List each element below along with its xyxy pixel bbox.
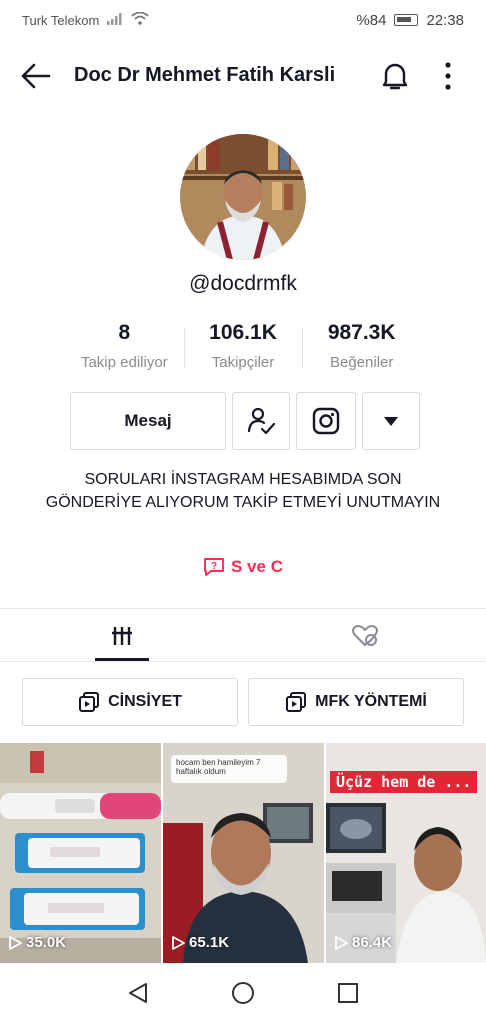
carrier-name: Turk Telekom	[22, 12, 100, 28]
pregnancy-test-image	[0, 743, 161, 963]
following-count: 8	[118, 321, 131, 344]
view-count: 35.0K	[8, 934, 66, 951]
more-options-button[interactable]	[436, 60, 460, 92]
playlist-button[interactable]: MFK YÖNTEMİ	[248, 678, 464, 726]
user-check-icon	[247, 407, 276, 435]
caret-down-icon	[384, 417, 398, 426]
video-caption: hocam ben hamileyim 7 haftalık oldum	[171, 755, 287, 783]
question-chat-icon: ?	[204, 558, 224, 576]
square-recents-icon	[338, 982, 358, 1003]
video-thumbnail[interactable]: 35.0K	[0, 743, 161, 963]
suggestions-dropdown-button[interactable]	[362, 392, 420, 450]
battery-percent: %84	[356, 11, 387, 29]
qa-link[interactable]: ? S ve C	[0, 557, 486, 577]
circle-home-icon	[232, 981, 254, 1004]
qa-link-label: S ve C	[231, 557, 283, 576]
video-grid: 35.0K hocam ben hamileyim 7 haftalık old…	[0, 743, 486, 963]
profile-stats: 8 Takip ediliyor 106.1K Takipçiler 987.3…	[65, 320, 421, 376]
playlist-label: MFK YÖNTEMİ	[315, 693, 427, 710]
playlist-icon	[286, 692, 307, 712]
view-count-value: 35.0K	[26, 934, 67, 951]
play-icon	[335, 935, 348, 950]
nav-home-button[interactable]	[231, 981, 255, 1010]
instagram-button[interactable]	[296, 392, 356, 450]
followers-count: 106.1K	[209, 321, 277, 344]
wifi-icon	[131, 11, 149, 28]
video-thumbnail[interactable]: hocam ben hamileyim 7 haftalık oldum 65.…	[163, 743, 324, 963]
play-icon	[9, 935, 22, 950]
grid-icon	[111, 627, 132, 645]
username: @docdrmfk	[189, 272, 297, 295]
divider	[0, 661, 486, 662]
tab-videos[interactable]	[0, 610, 243, 662]
top-bar: Doc Dr Mehmet Fatih Karsli	[0, 50, 486, 102]
view-count-value: 65.1K	[189, 934, 230, 951]
view-count-value: 86.4K	[352, 934, 393, 951]
arrow-left-icon	[21, 63, 51, 89]
instagram-icon	[312, 407, 340, 435]
playlist-button[interactable]: CİNSİYET	[22, 678, 238, 726]
message-button[interactable]: Mesaj	[70, 392, 226, 450]
triangle-back-icon	[129, 982, 147, 1003]
more-vertical-icon	[445, 62, 451, 90]
liked-hidden-icon	[351, 625, 378, 646]
avatar[interactable]	[180, 134, 306, 260]
followers-stat[interactable]: 106.1K Takipçiler	[183, 320, 303, 376]
page-title: Doc Dr Mehmet Fatih Karsli	[74, 64, 336, 86]
video-banner: Üçüz hem de ...	[330, 771, 478, 793]
playlist-icon	[79, 692, 100, 712]
system-navigation-bar	[0, 966, 486, 1024]
clock: 22:38	[426, 11, 464, 29]
notification-button[interactable]	[380, 60, 410, 92]
likes-count: 987.3K	[327, 321, 396, 344]
battery-icon	[394, 14, 419, 26]
video-thumbnail[interactable]: Üçüz hem de ... 86.4K	[326, 743, 486, 963]
status-bar: Turk Telekom %84 22:38	[0, 0, 486, 40]
profile-tabs	[0, 610, 486, 662]
playlist-label: CİNSİYET	[108, 693, 182, 710]
svg-text:?: ?	[211, 561, 217, 572]
nav-recents-button[interactable]	[337, 982, 359, 1009]
nav-back-button[interactable]	[127, 982, 149, 1009]
view-count: 65.1K	[171, 934, 229, 951]
play-icon	[172, 935, 185, 950]
following-stat[interactable]: 8 Takip ediliyor	[65, 320, 184, 376]
following-label: Takip ediliyor	[80, 354, 168, 371]
back-button[interactable]	[20, 62, 52, 90]
following-button[interactable]	[232, 392, 290, 450]
divider	[0, 608, 486, 609]
likes-stat[interactable]: 987.3K Beğeniler	[302, 320, 421, 376]
bell-icon	[382, 63, 408, 90]
profile-bio: SORULARI İNSTAGRAM HESABIMDA SON GÖNDERİ…	[45, 471, 441, 511]
followers-label: Takipçiler	[211, 354, 275, 371]
view-count: 86.4K	[334, 934, 392, 951]
signal-icon	[107, 12, 123, 28]
tab-liked[interactable]	[243, 610, 486, 662]
likes-label: Beğeniler	[329, 354, 394, 371]
